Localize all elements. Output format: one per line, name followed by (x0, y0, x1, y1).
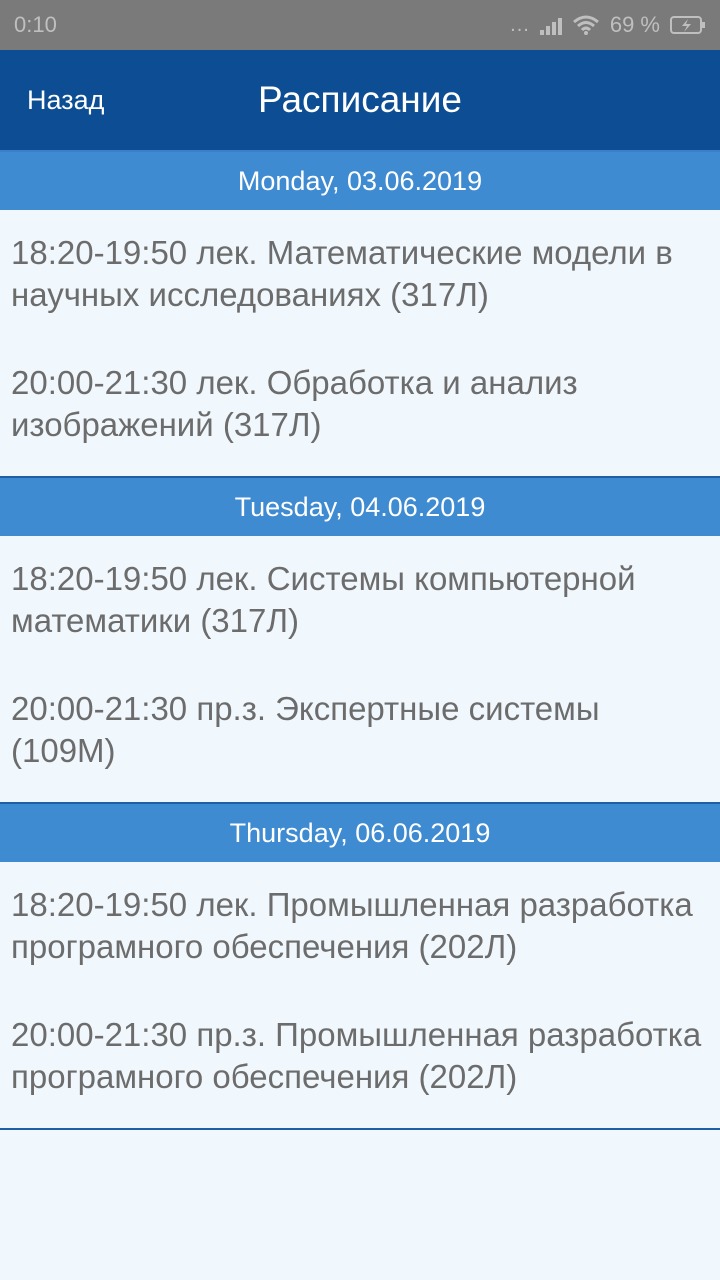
lesson-item[interactable]: 18:20-19:50 лек. Промышленная разработка… (0, 884, 720, 968)
schedule-list[interactable]: Monday, 03.06.2019 18:20-19:50 лек. Мате… (0, 152, 720, 1130)
status-time: 0:10 (14, 12, 57, 37)
day-section: 18:20-19:50 лек. Системы компьютерной ма… (0, 536, 720, 804)
lesson-item[interactable]: 20:00-21:30 пр.з. Промышленная разработк… (0, 1014, 720, 1098)
day-header: Thursday, 06.06.2019 (0, 804, 720, 862)
back-button[interactable]: Назад (27, 50, 104, 150)
lesson-item[interactable]: 18:20-19:50 лек. Математические модели в… (0, 232, 720, 316)
day-section: 18:20-19:50 лек. Промышленная разработка… (0, 862, 720, 1130)
day-section: 18:20-19:50 лек. Математические модели в… (0, 210, 720, 478)
lesson-item[interactable]: 18:20-19:50 лек. Системы компьютерной ма… (0, 558, 720, 642)
status-icons: ... 69 % (510, 12, 706, 38)
battery-percent: 69 % (609, 12, 660, 37)
lesson-item[interactable]: 20:00-21:30 пр.з. Экспертные системы (10… (0, 688, 720, 772)
day-header: Tuesday, 04.06.2019 (0, 478, 720, 536)
status-dots: ... (510, 13, 530, 36)
app-bar: Назад Расписание (0, 50, 720, 150)
page-title: Расписание (258, 79, 462, 120)
wifi-icon (572, 15, 600, 35)
signal-icon (539, 15, 562, 35)
status-bar: 0:10 ... 69 % (0, 0, 720, 50)
day-header: Monday, 03.06.2019 (0, 152, 720, 210)
lesson-item[interactable]: 20:00-21:30 лек. Обработка и анализ изоб… (0, 362, 720, 446)
battery-charging-icon (670, 15, 706, 35)
